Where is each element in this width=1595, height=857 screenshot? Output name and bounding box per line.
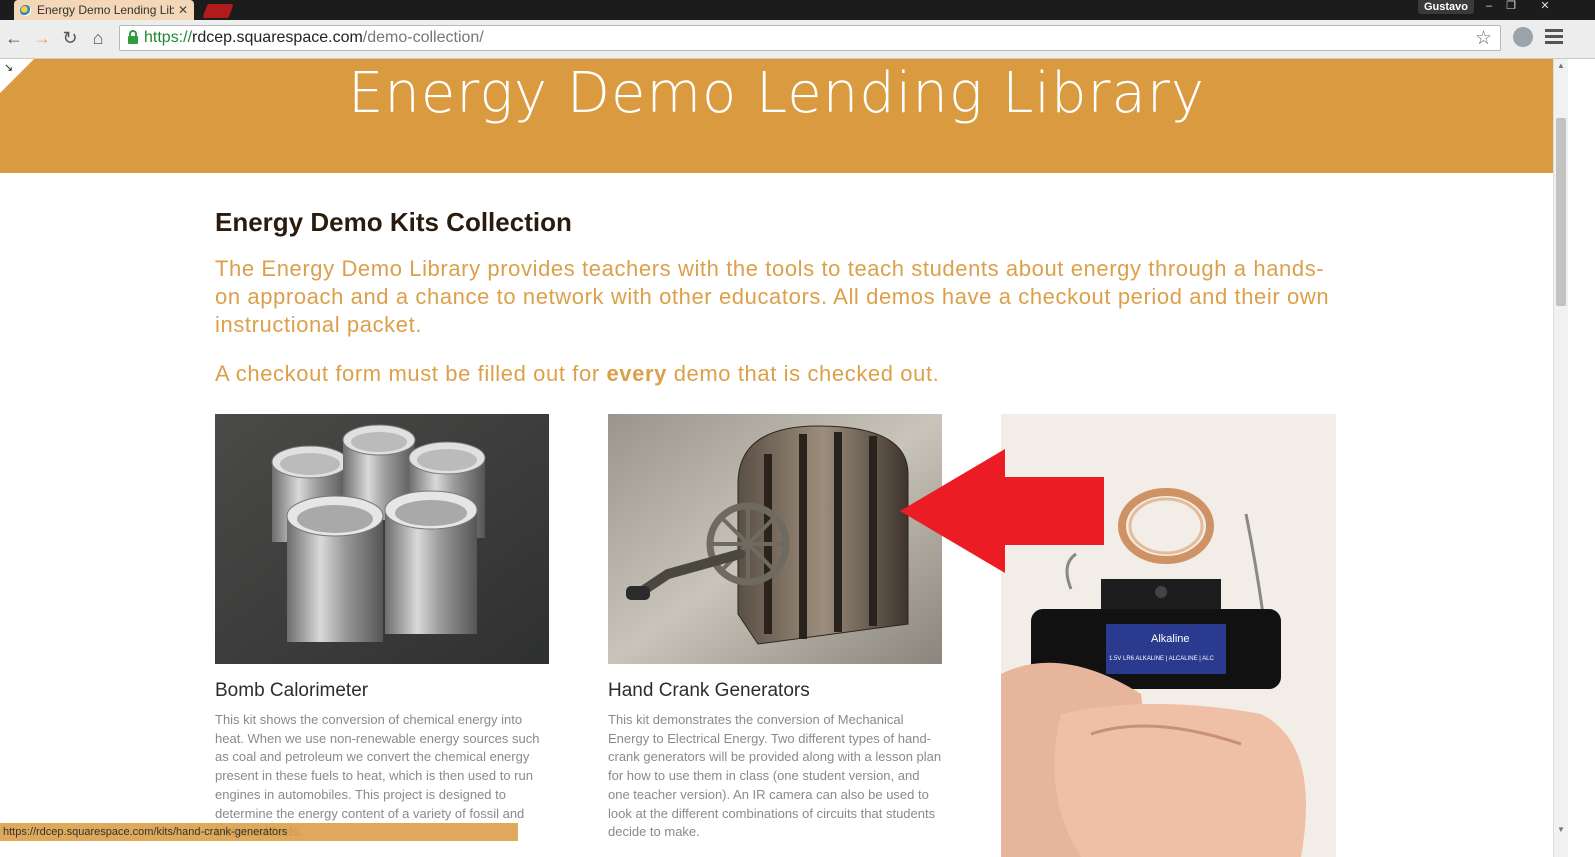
bomb-calorimeter-image[interactable] (215, 414, 549, 664)
site-title[interactable]: Energy Demo Lending Library (0, 61, 1553, 126)
url-path: /demo-collection/ (362, 29, 484, 46)
forward-button[interactable]: → (31, 27, 53, 49)
annotation-arrow (900, 449, 1104, 573)
address-bar[interactable]: https:// rdcep.squarespace.com /demo-col… (119, 25, 1501, 51)
intro-paragraph: The Energy Demo Library provides teacher… (215, 256, 1330, 337)
hand-crank-generator-image[interactable] (608, 414, 942, 664)
extension-globe-icon[interactable] (1513, 27, 1533, 47)
title-bar: Energy Demo Lending Lib ✕ Gustavo – ❐ ✕ (0, 0, 1595, 20)
close-window-button[interactable]: ✕ (1532, 0, 1558, 14)
reload-button[interactable]: ↻ (59, 27, 81, 49)
tab-title: Energy Demo Lending Lib (37, 3, 174, 17)
minimize-button[interactable]: – (1478, 0, 1500, 14)
header-banner: Energy Demo Lending Library (0, 59, 1553, 173)
favicon-icon (20, 4, 31, 16)
page-viewport: Energy Demo Lending Library ↘ Energy Dem… (0, 59, 1553, 857)
checkout-notice: A checkout form must be filled out for e… (215, 361, 939, 387)
battery-label: Alkaline (1151, 633, 1190, 645)
checkout-text-end: demo that is checked out. (666, 361, 940, 386)
home-button[interactable]: ⌂ (87, 27, 109, 49)
tin-can-group (271, 424, 486, 642)
lock-icon (128, 30, 138, 44)
vertical-scrollbar[interactable]: ▲ ▼ (1553, 59, 1568, 857)
browser-tab[interactable]: Energy Demo Lending Lib ✕ (14, 0, 194, 20)
window-edge (1568, 59, 1595, 857)
checkout-emphasis: every (606, 361, 667, 386)
status-bubble: https://rdcep.squarespace.com/kits/hand-… (0, 823, 518, 841)
expand-arrow-icon[interactable]: ↘ (4, 61, 13, 74)
back-button[interactable]: ← (3, 27, 25, 49)
profile-badge[interactable]: Gustavo (1418, 0, 1475, 14)
bookmark-star-icon[interactable]: ☆ (1475, 27, 1492, 50)
battery-small-print: 1.5V LR6 ALKALINE | ALCALINE | ALC (1109, 656, 1215, 662)
url-host: rdcep.squarespace.com (192, 29, 363, 46)
scrollbar-thumb[interactable] (1556, 118, 1566, 306)
browser-toolbar: ← → ↻ ⌂ https:// rdcep.squarespace.com /… (0, 20, 1595, 59)
checkout-text-start: A checkout form must be filled out for (215, 361, 607, 386)
card-title-hand-crank-generators[interactable]: Hand Crank Generators (608, 680, 810, 702)
tab-close-icon[interactable]: ✕ (178, 3, 188, 17)
card-title-bomb-calorimeter[interactable]: Bomb Calorimeter (215, 680, 368, 702)
url-scheme: https:// (144, 29, 193, 46)
scroll-up-icon[interactable]: ▲ (1557, 61, 1565, 70)
restore-button[interactable]: ❐ (1500, 0, 1522, 14)
section-heading: Energy Demo Kits Collection (215, 207, 572, 237)
menu-icon[interactable] (1545, 29, 1563, 47)
card-desc-hand-crank-generators: This kit demonstrates the conversion of … (608, 712, 942, 840)
new-tab-button[interactable] (202, 4, 234, 18)
scroll-down-icon[interactable]: ▼ (1557, 825, 1565, 834)
